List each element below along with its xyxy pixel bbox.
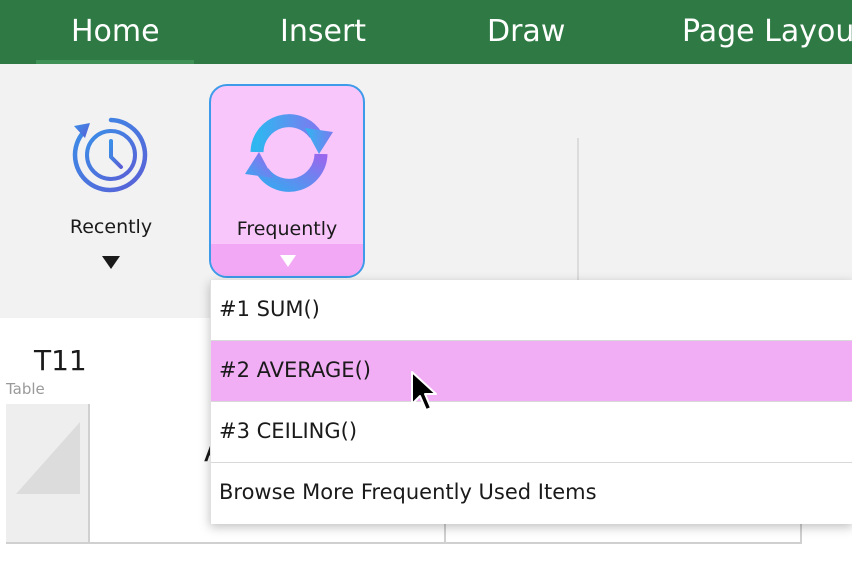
tab-draw[interactable]: Draw <box>487 0 565 64</box>
menu-item-ceiling[interactable]: #3 CEILING() <box>211 402 852 463</box>
select-all-triangle-icon <box>16 422 80 494</box>
mouse-pointer-icon <box>411 371 437 411</box>
menu-item-label: Browse More Frequently Used Items <box>219 480 597 504</box>
frequently-dropdown-arrow-icon <box>280 255 296 267</box>
refresh-cycle-icon <box>245 114 333 192</box>
tab-insert[interactable]: Insert <box>280 0 366 64</box>
recently-label: Recently <box>69 216 153 238</box>
cell-reference[interactable]: T11 <box>34 344 87 377</box>
ribbon-tab-bar: Home Insert Draw Page Layout <box>0 0 852 64</box>
menu-item-label: #2 AVERAGE() <box>219 358 371 382</box>
grid-row <box>0 542 852 566</box>
cell-reference-caption: Table <box>6 380 45 398</box>
clock-history-icon <box>72 117 148 193</box>
frequently-dropdown-menu: #1 SUM() #2 AVERAGE() #3 CEILING() Brows… <box>210 280 852 524</box>
tab-home[interactable]: Home <box>71 0 160 64</box>
frequently-label: Frequently <box>236 218 338 240</box>
recently-button[interactable]: Recently <box>56 90 166 280</box>
menu-item-label: #1 SUM() <box>219 297 320 321</box>
frequently-dropdown-toggle[interactable] <box>211 244 363 276</box>
menu-item-sum[interactable]: #1 SUM() <box>211 280 852 341</box>
menu-item-average[interactable]: #2 AVERAGE() <box>211 341 852 402</box>
menu-item-label: #3 CEILING() <box>219 419 358 443</box>
menu-item-browse-more[interactable]: Browse More Frequently Used Items <box>211 463 852 524</box>
frequently-button[interactable]: Frequently <box>209 84 365 278</box>
select-all-corner[interactable] <box>6 404 90 544</box>
recently-dropdown-arrow-icon[interactable] <box>102 256 120 269</box>
tab-page-layout[interactable]: Page Layout <box>682 0 852 64</box>
